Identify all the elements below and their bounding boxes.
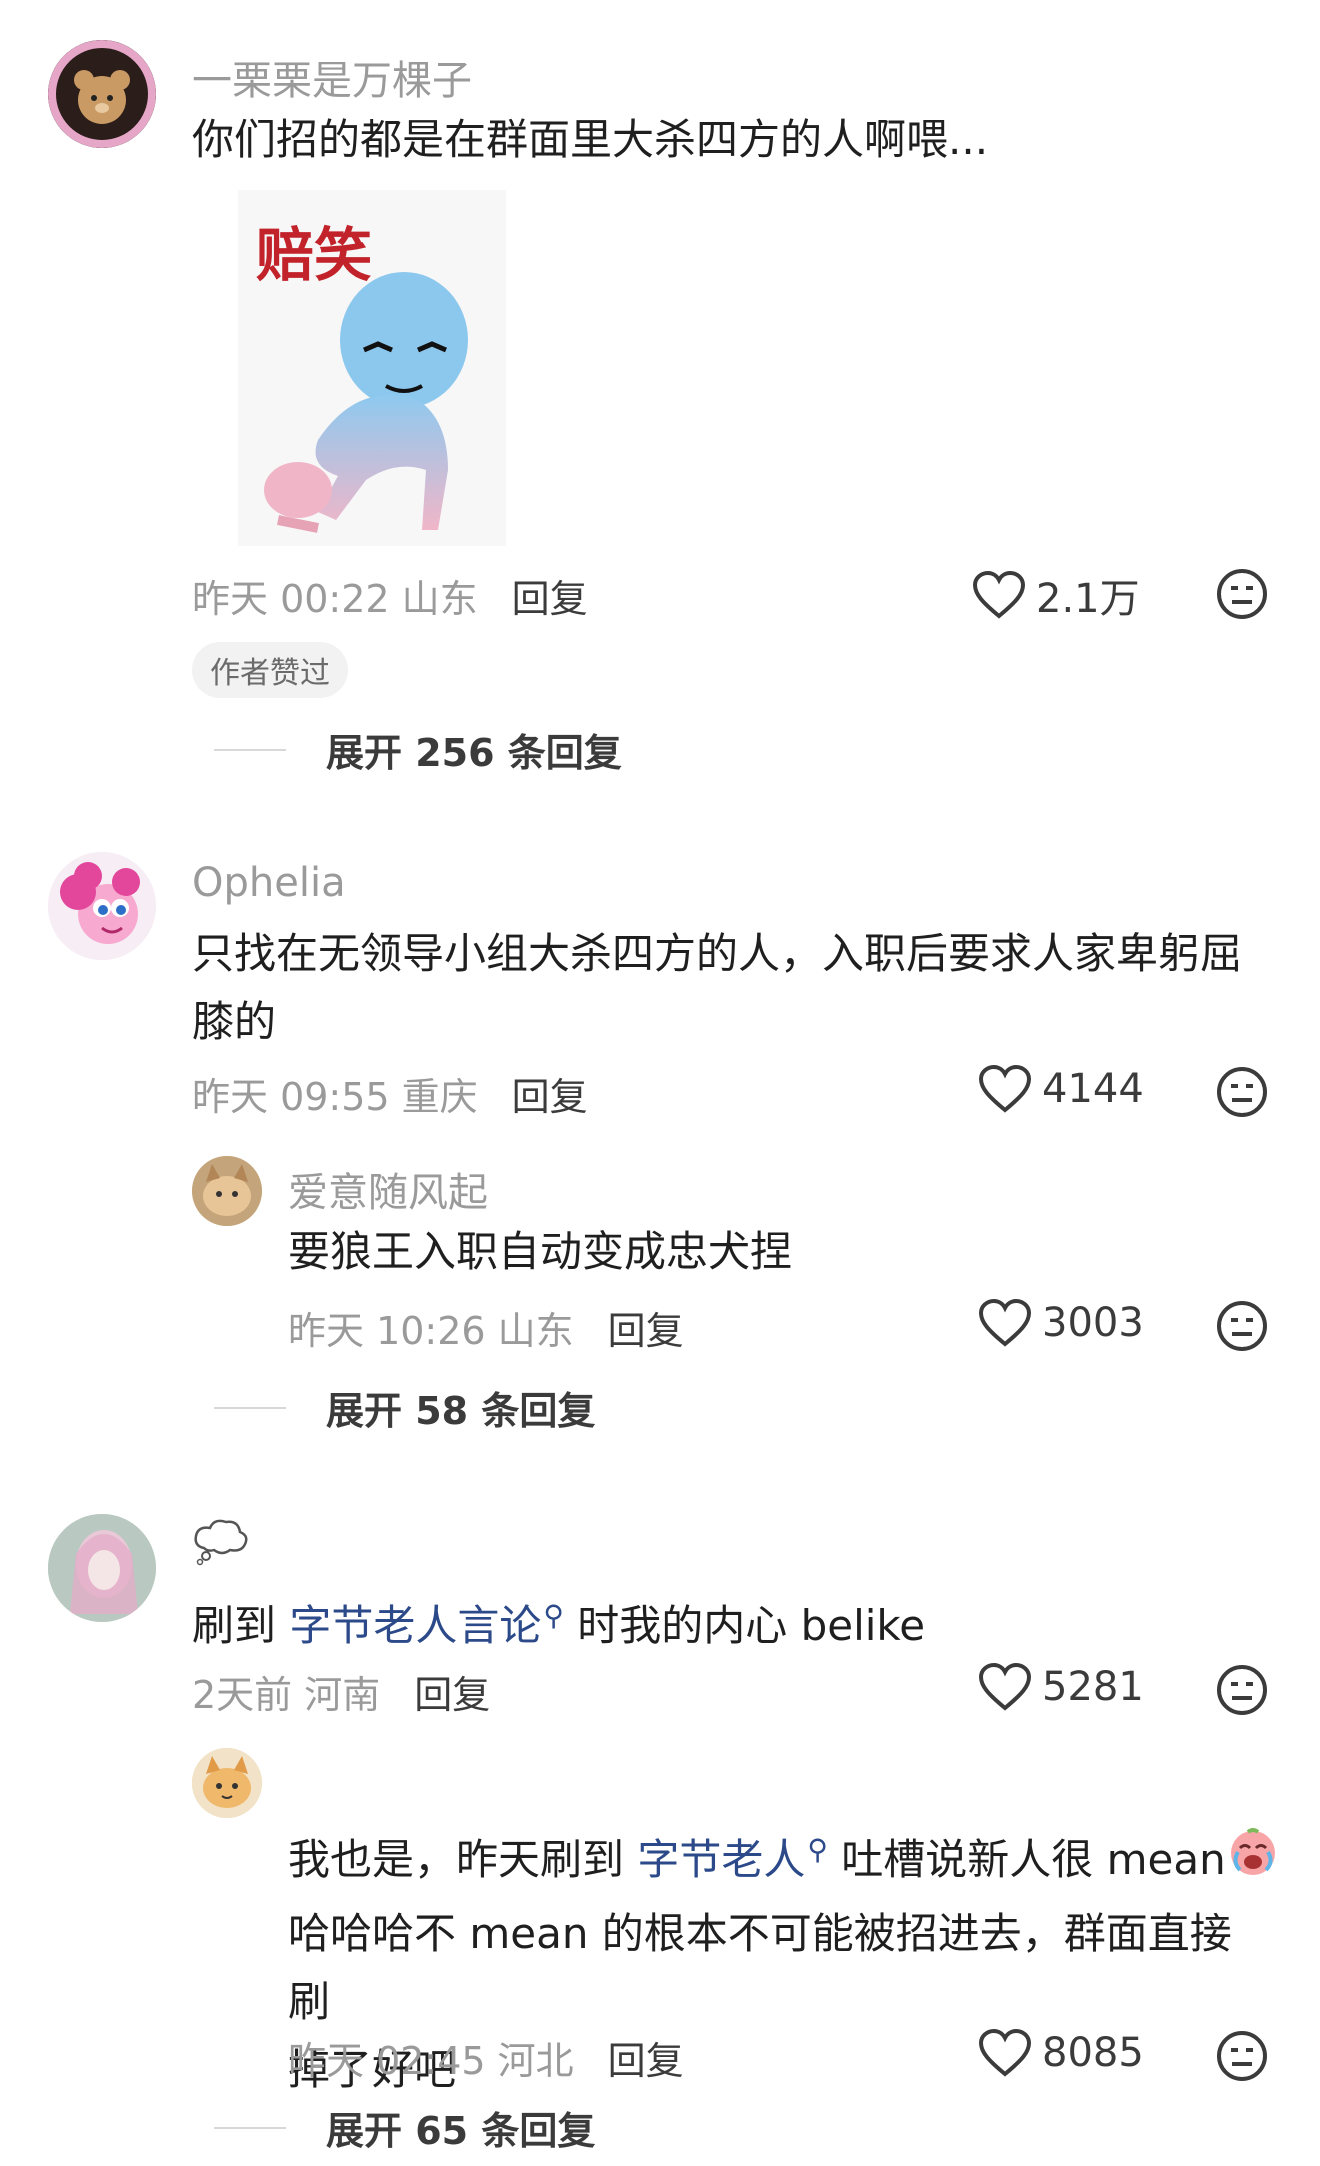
girl-avatar-icon: [48, 1514, 156, 1622]
reply-text-segment: 吐槽说新人很 mean: [827, 1835, 1226, 1884]
reply-username[interactable]: 爱意随风起: [288, 1160, 488, 1218]
cat-avatar-icon: [192, 1748, 262, 1818]
like-button[interactable]: 5281: [978, 1662, 1144, 1712]
meh-face-icon: [1217, 1665, 1267, 1715]
topic-link[interactable]: 字节老人: [637, 1835, 805, 1884]
comment-text: 你们招的都是在群面里大杀四方的人啊喂...: [192, 115, 989, 164]
comment-text-segment: 时我的内心 belike: [563, 1601, 926, 1650]
reply-meta: 昨天 10:26 山东 回复: [288, 1300, 684, 1355]
like-button[interactable]: 4144: [978, 1064, 1144, 1114]
comment-username[interactable]: 一栗栗是万棵子: [192, 48, 472, 106]
reply-button[interactable]: 回复: [512, 1075, 588, 1119]
sticker-image[interactable]: 赔笑: [238, 190, 506, 546]
avatar[interactable]: [48, 1514, 156, 1622]
avatar[interactable]: [192, 1156, 262, 1226]
dislike-button[interactable]: [1216, 1664, 1268, 1720]
divider: [214, 1406, 286, 1409]
dislike-button[interactable]: [1216, 568, 1268, 624]
dislike-button[interactable]: [1216, 1066, 1268, 1122]
search-icon[interactable]: ⚲: [807, 1833, 828, 1866]
crawling-figure-icon: [264, 272, 468, 533]
meh-face-icon: [1217, 569, 1267, 619]
reply-text-line: 我也是，昨天刷到 字节老人⚲ 吐槽说新人很 mean: [288, 1816, 1275, 1900]
expand-replies-label: 展开 256 条回复: [326, 731, 622, 775]
divider: [214, 748, 286, 751]
expand-replies-button[interactable]: 展开 58 条回复: [214, 1380, 595, 1435]
dislike-button[interactable]: [1216, 1300, 1268, 1356]
expand-replies-label: 展开 58 条回复: [326, 1389, 596, 1433]
like-count: 5281: [1042, 1664, 1144, 1710]
reply-text-line: 哈哈哈不 mean 的根本不可能被招进去，群面直接刷: [288, 1908, 1232, 2026]
search-icon[interactable]: ⚲: [543, 1599, 564, 1632]
cat-avatar-icon: [192, 1156, 262, 1226]
bear-avatar-icon: [48, 40, 156, 148]
like-count: 4144: [1042, 1066, 1144, 1112]
meh-face-icon: [1217, 2031, 1267, 2081]
comment-text-segment: 刷到: [192, 1601, 290, 1650]
reply-text: 要狼王入职自动变成忠犬捏: [288, 1227, 793, 1276]
like-button[interactable]: 8085: [978, 2028, 1144, 2078]
comment-time-location: 2天前 河南: [192, 1673, 381, 1717]
avatar[interactable]: [48, 40, 156, 148]
like-count: 2.1万: [1036, 576, 1140, 622]
reply-button[interactable]: 回复: [414, 1673, 490, 1717]
comment-text-line: 只找在无领导小组大杀四方的人，入职后要求人家卑躬屈: [192, 929, 1243, 978]
reply-button[interactable]: 回复: [608, 1309, 684, 1353]
like-button[interactable]: 3003: [978, 1298, 1144, 1348]
comment-username[interactable]: Ophelia: [192, 860, 346, 906]
like-count: 8085: [1042, 2030, 1144, 2076]
pink-pony-avatar-icon: [48, 852, 156, 960]
comment-time-location: 昨天 00:22 山东: [192, 577, 478, 621]
reply-time-location: 昨天 02:45 河北: [288, 2039, 574, 2083]
like-count: 3003: [1042, 1300, 1144, 1346]
author-liked-badge: 作者赞过: [192, 642, 348, 698]
reply-button[interactable]: 回复: [512, 577, 588, 621]
crying-laugh-emoji-icon: [1226, 1826, 1280, 1900]
comment-text: 刷到 字节老人言论⚲ 时我的内心 belike: [192, 1582, 925, 1660]
like-button[interactable]: 2.1万: [972, 566, 1140, 624]
reply-time-location: 昨天 10:26 山东: [288, 1309, 574, 1353]
heart-outline-icon: [978, 2028, 1032, 2077]
heart-outline-icon: [972, 570, 1026, 619]
username-emoji[interactable]: [192, 1518, 248, 1570]
comment-section: 一栗栗是万棵子 你们招的都是在群面里大杀四方的人啊喂... 赔笑 昨天 00:2…: [0, 0, 1320, 2166]
avatar[interactable]: [192, 1748, 262, 1818]
expand-replies-button[interactable]: 展开 65 条回复: [214, 2100, 595, 2155]
reply-meta: 昨天 02:45 河北 回复: [288, 2030, 684, 2085]
comment-meta: 昨天 09:55 重庆 回复: [192, 1066, 588, 1121]
heart-outline-icon: [978, 1662, 1032, 1711]
comment-text: 只找在无领导小组大杀四方的人，入职后要求人家卑躬屈 膝的: [192, 920, 1252, 1056]
avatar[interactable]: [48, 852, 156, 960]
reply-text-segment: 我也是，昨天刷到: [288, 1835, 638, 1884]
comment-text-line: 膝的: [192, 997, 277, 1046]
comment-meta: 昨天 00:22 山东 回复: [192, 568, 588, 623]
expand-replies-label: 展开 65 条回复: [326, 2109, 596, 2153]
expand-replies-button[interactable]: 展开 256 条回复: [214, 722, 622, 777]
heart-outline-icon: [978, 1298, 1032, 1347]
comment-meta: 2天前 河南 回复: [192, 1664, 490, 1719]
topic-link[interactable]: 字节老人言论: [289, 1601, 541, 1650]
heart-outline-icon: [978, 1064, 1032, 1113]
dislike-button[interactable]: [1216, 2030, 1268, 2086]
meh-face-icon: [1217, 1067, 1267, 1117]
divider: [214, 2126, 286, 2129]
meh-face-icon: [1217, 1301, 1267, 1351]
reply-button[interactable]: 回复: [608, 2039, 684, 2083]
cloud-icon: [194, 1519, 248, 1566]
comment-time-location: 昨天 09:55 重庆: [192, 1075, 478, 1119]
